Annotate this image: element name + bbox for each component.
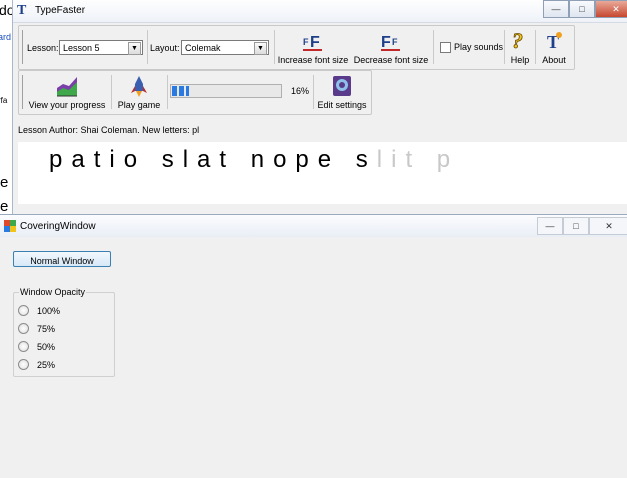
about-app-icon: T [547, 32, 562, 52]
svg-text:F: F [392, 37, 398, 47]
background-window-fragment: do ard rfa e e [0, 0, 15, 220]
chevron-down-icon[interactable]: ▼ [128, 42, 141, 55]
decrease-font-label: Decrease font size [353, 55, 429, 65]
window-opacity-legend: Window Opacity [19, 287, 87, 297]
opacity-option-100[interactable]: 100% [18, 305, 60, 316]
minimize-button[interactable]: — [543, 0, 569, 18]
typefaster-window: T TypeFaster — □ ✕ Lesson: Lesson 5 ▼ La… [12, 0, 627, 218]
minimize-icon: — [551, 4, 561, 14]
about-label: About [542, 55, 566, 65]
lesson-progress-bar [170, 84, 282, 98]
toolbar-separator [111, 75, 112, 109]
main-toolbar: Lesson: Lesson 5 ▼ Layout: Colemak ▼ F F… [18, 25, 575, 70]
window-controls: — □ ✕ [543, 0, 627, 18]
radio-button[interactable] [18, 323, 29, 334]
lesson-text-typed: patio slat nope s [49, 146, 377, 173]
maximize-button[interactable]: □ [563, 217, 589, 235]
view-progress-label: View your progress [28, 100, 106, 110]
toolbar-separator [433, 30, 434, 64]
close-button[interactable]: ✕ [589, 217, 627, 235]
background-text: e [0, 198, 9, 215]
lesson-text-untyped: lit p [376, 146, 460, 173]
radio-button[interactable] [18, 305, 29, 316]
lesson-select[interactable]: Lesson 5 ▼ [59, 40, 143, 55]
layout-select[interactable]: Colemak ▼ [181, 40, 269, 55]
minimize-button[interactable]: — [537, 217, 563, 235]
decrease-font-button[interactable]: F F Decrease font size [352, 29, 430, 65]
typefaster-app-icon: T [17, 3, 27, 18]
help-button[interactable]: ? Help [507, 29, 533, 65]
maximize-icon: □ [579, 4, 585, 14]
increase-font-button[interactable]: F F Increase font size [277, 29, 349, 65]
maximize-button[interactable]: □ [569, 0, 595, 18]
background-text: e [0, 174, 9, 191]
toolbar-separator [535, 30, 536, 64]
opacity-option-50[interactable]: 50% [18, 341, 55, 352]
decrease-font-icon: F F [381, 34, 400, 51]
rocket-icon [131, 76, 147, 97]
opacity-option-label[interactable]: 100% [37, 306, 60, 316]
svg-text:?: ? [512, 29, 523, 53]
close-icon: ✕ [612, 3, 620, 14]
toolbar-separator [504, 30, 505, 64]
increase-font-label: Increase font size [277, 55, 349, 65]
settings-image-icon [333, 76, 351, 96]
about-button[interactable]: T About [538, 29, 570, 65]
increase-font-icon: F F [303, 34, 322, 51]
window-title: TypeFaster [35, 5, 86, 16]
view-progress-button[interactable]: View your progress [27, 74, 107, 110]
play-game-button[interactable]: Play game [114, 74, 164, 110]
edit-settings-label: Edit settings [317, 100, 367, 110]
covering-window: CoveringWindow — □ ✕ Normal Window Windo… [0, 214, 627, 478]
background-text: ard [0, 32, 12, 42]
help-question-icon: ? [512, 29, 524, 53]
close-icon: ✕ [605, 220, 613, 231]
lesson-author-line: Lesson Author: Shai Coleman. New letters… [18, 125, 200, 135]
play-sounds-label[interactable]: Play sounds [454, 42, 503, 52]
lesson-label: Lesson: [27, 43, 59, 53]
maximize-icon: □ [573, 221, 579, 231]
lesson-select-value: Lesson 5 [63, 43, 100, 53]
toolbar-separator [313, 75, 314, 109]
svg-text:F: F [381, 34, 391, 51]
normal-window-button[interactable]: Normal Window [13, 251, 111, 267]
radio-button[interactable] [18, 359, 29, 370]
lesson-text: patio slat nope slit p [49, 146, 459, 174]
opacity-option-25[interactable]: 25% [18, 359, 55, 370]
close-button[interactable]: ✕ [595, 0, 627, 18]
typefaster-titlebar[interactable]: T TypeFaster — □ ✕ [13, 0, 627, 23]
play-game-label: Play game [117, 100, 161, 110]
progress-percent: 16% [291, 86, 310, 96]
chevron-down-icon[interactable]: ▼ [254, 42, 267, 55]
covering-window-app-icon [4, 220, 16, 232]
covering-window-controls: — □ ✕ [537, 217, 627, 235]
radio-button[interactable] [18, 341, 29, 352]
lesson-text-area[interactable]: patio slat nope slit p [18, 142, 627, 204]
covering-window-title: CoveringWindow [20, 221, 96, 232]
layout-label: Layout: [150, 43, 180, 53]
progress-fill [172, 86, 189, 96]
background-text: rfa [0, 96, 8, 105]
opacity-option-label[interactable]: 75% [37, 324, 55, 334]
svg-text:F: F [310, 34, 320, 51]
toolbar-separator [167, 75, 168, 109]
toolbar-separator [274, 30, 275, 64]
minimize-icon: — [545, 221, 555, 231]
opacity-option-label[interactable]: 50% [37, 342, 55, 352]
opacity-option-label[interactable]: 25% [37, 360, 55, 370]
progress-chart-icon [57, 77, 77, 97]
edit-settings-button[interactable]: Edit settings [316, 74, 368, 110]
covering-window-titlebar[interactable]: CoveringWindow — □ ✕ [0, 215, 627, 237]
toolbar-grip[interactable] [22, 30, 23, 64]
help-label: Help [510, 55, 530, 65]
opacity-option-75[interactable]: 75% [18, 323, 55, 334]
layout-select-value: Colemak [185, 43, 221, 53]
window-opacity-group: Window Opacity 100% 75% 50% 25% [13, 287, 115, 377]
svg-text:F: F [303, 37, 309, 47]
toolbar-separator [147, 30, 148, 64]
play-sounds-checkbox[interactable] [440, 42, 451, 53]
toolbar-grip[interactable] [22, 75, 23, 109]
